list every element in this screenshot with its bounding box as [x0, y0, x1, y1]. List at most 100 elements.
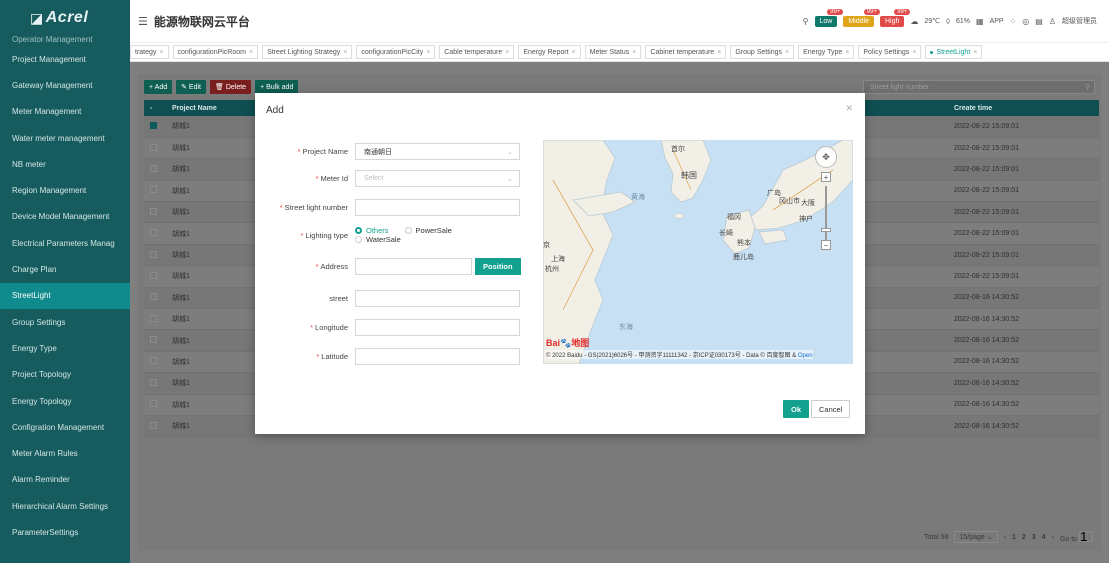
close-icon[interactable]: ×: [973, 49, 977, 56]
select-all-header[interactable]: -: [144, 100, 166, 116]
lighting-type-watersale-radio[interactable]: WaterSale: [355, 235, 401, 244]
street-light-number-input[interactable]: [355, 199, 520, 216]
map-view[interactable]: 首尔 韩国 黄海 京 上海 杭州 东海 福冈 广岛 冈山市 大阪 长崎 神户 熊…: [543, 140, 853, 364]
tab-meter-status[interactable]: Meter Status ×: [584, 45, 642, 59]
row-checkbox[interactable]: [150, 293, 157, 301]
tab-configuration-pic-city[interactable]: configurationPicCity ×: [356, 45, 436, 59]
row-checkbox[interactable]: [150, 378, 157, 386]
close-icon[interactable]: ×: [343, 49, 347, 56]
tab-streetlight[interactable]: StreetLight ×: [925, 45, 983, 59]
street-light-search-input[interactable]: Street light number ⚲: [863, 80, 1095, 94]
latitude-input[interactable]: [355, 348, 520, 365]
page-4[interactable]: 4: [1042, 534, 1046, 541]
sidebar-item-gateway-management[interactable]: Gateway Management: [0, 72, 130, 98]
sidebar-item-project-management[interactable]: Project Management: [0, 46, 130, 72]
search-icon[interactable]: ⚲: [803, 17, 809, 26]
sidebar-item-alarm-reminder[interactable]: Alarm Reminder: [0, 467, 130, 493]
row-checkbox[interactable]: [150, 229, 157, 237]
page-3[interactable]: 3: [1032, 534, 1036, 541]
close-icon[interactable]: ×: [912, 49, 916, 56]
tab-policy-settings[interactable]: Policy Settings ×: [858, 45, 922, 59]
sidebar-item-configration-management[interactable]: Configration Management: [0, 414, 130, 440]
close-icon[interactable]: ×: [785, 49, 789, 56]
project-name-select[interactable]: 南通朝日 ⌄: [355, 143, 520, 160]
close-icon[interactable]: ×: [159, 49, 163, 56]
row-checkbox[interactable]: [150, 143, 157, 151]
close-icon[interactable]: ×: [505, 49, 509, 56]
map-copyright-link[interactable]: Open: [798, 353, 813, 359]
document-icon[interactable]: ▤: [1035, 17, 1043, 26]
lighting-type-powersale-radio[interactable]: PowerSale: [404, 226, 452, 235]
row-checkbox[interactable]: [150, 207, 157, 215]
address-input[interactable]: [355, 258, 472, 275]
prev-page-icon[interactable]: ‹: [1004, 534, 1006, 541]
user-icon[interactable]: ♙: [1049, 17, 1056, 26]
sidebar-item-streetlight[interactable]: StreetLight: [0, 282, 130, 309]
row-checkbox[interactable]: [150, 164, 157, 172]
menu-toggle-icon[interactable]: ☰: [138, 15, 148, 28]
close-icon[interactable]: ×: [249, 49, 253, 56]
grid-icon[interactable]: ⁘: [1010, 17, 1017, 26]
page-1[interactable]: 1: [1012, 534, 1016, 541]
search-icon[interactable]: ⚲: [1085, 83, 1090, 91]
theme-icon[interactable]: ◎: [1022, 17, 1029, 26]
sidebar-item-meter-alarm-rules[interactable]: Meter Alarm Rules: [0, 440, 130, 466]
map-pan-control[interactable]: ✥: [815, 146, 837, 168]
goto-page-input[interactable]: [1079, 531, 1093, 542]
bulk-add-button[interactable]: + Bulk add: [255, 80, 299, 94]
tab-energy-type[interactable]: Energy Type ×: [798, 45, 855, 59]
ok-button[interactable]: Ok: [783, 400, 810, 418]
tab-cabinet-temperature[interactable]: Cabinet temperature ×: [645, 45, 727, 59]
sidebar-item-nb-meter[interactable]: NB meter: [0, 151, 130, 177]
close-icon[interactable]: ×: [632, 49, 636, 56]
row-checkbox[interactable]: [150, 400, 157, 408]
sidebar-item-project-topology[interactable]: Project Topology: [0, 362, 130, 388]
row-checkbox[interactable]: [150, 336, 157, 344]
close-icon[interactable]: ×: [572, 49, 576, 56]
sidebar-item-hierarchical-alarm-settings[interactable]: Hierarchical Alarm Settings: [0, 493, 130, 519]
sidebar-item-device-model-management[interactable]: Device Model Management: [0, 204, 130, 230]
tab-cable-temperature[interactable]: Cable temperature ×: [439, 45, 515, 59]
map-zoom-in-button[interactable]: +: [821, 172, 831, 182]
add-button[interactable]: + Add: [144, 80, 173, 94]
user-name[interactable]: 超级管理员: [1062, 16, 1097, 26]
app-qr-icon[interactable]: ▦: [976, 17, 984, 26]
page-size-select[interactable]: 15/page ⌄: [954, 531, 998, 543]
cancel-button[interactable]: Cancel: [811, 400, 851, 418]
tab-configuration-pic-room[interactable]: configurationPicRoom ×: [172, 45, 259, 59]
app-label[interactable]: APP: [990, 18, 1004, 25]
sidebar-item-region-management[interactable]: Region Management: [0, 177, 130, 203]
sidebar-item-parameter-settings[interactable]: ParameterSettings: [0, 519, 130, 545]
row-checkbox[interactable]: [150, 314, 157, 322]
sidebar-item-charge-plan[interactable]: Charge Plan: [0, 256, 130, 282]
tab-energy-report[interactable]: Energy Report ×: [518, 45, 581, 59]
alarm-middle-badge[interactable]: Middle 99+: [843, 8, 880, 27]
next-page-icon[interactable]: ›: [1052, 534, 1054, 541]
tab-strategy[interactable]: trategy ×: [130, 45, 169, 59]
longitude-input[interactable]: [355, 319, 520, 336]
close-icon[interactable]: ×: [845, 49, 849, 56]
sidebar-item-meter-management[interactable]: Meter Management: [0, 99, 130, 125]
row-checkbox[interactable]: [150, 357, 157, 365]
row-checkbox[interactable]: [150, 271, 157, 279]
sidebar-item-energy-type[interactable]: Energy Type: [0, 335, 130, 361]
lighting-type-others-radio[interactable]: Others: [355, 226, 389, 235]
sidebar-item-water-meter-management[interactable]: Water meter management: [0, 125, 130, 151]
street-input[interactable]: [355, 290, 520, 307]
sidebar-item-operator-management[interactable]: Operator Management: [0, 36, 130, 46]
tab-group-settings[interactable]: Group Settings ×: [730, 45, 795, 59]
alarm-low-badge[interactable]: Low 99+: [814, 8, 844, 27]
row-checkbox[interactable]: [150, 250, 157, 258]
close-icon[interactable]: ×: [426, 49, 430, 56]
row-checkbox[interactable]: [150, 186, 157, 194]
tab-street-lighting-strategy[interactable]: Street Lighting Strategy ×: [262, 45, 353, 59]
row-checkbox[interactable]: [150, 121, 157, 129]
sidebar-item-energy-topology[interactable]: Energy Topology: [0, 388, 130, 414]
alarm-high-badge[interactable]: High 99+: [879, 8, 911, 27]
position-button[interactable]: Position: [475, 258, 521, 275]
sidebar-item-group-settings[interactable]: Group Settings: [0, 309, 130, 335]
page-2[interactable]: 2: [1022, 534, 1026, 541]
row-checkbox[interactable]: [150, 421, 157, 429]
close-icon[interactable]: ×: [717, 49, 721, 56]
map-zoom-handle[interactable]: [821, 228, 831, 232]
